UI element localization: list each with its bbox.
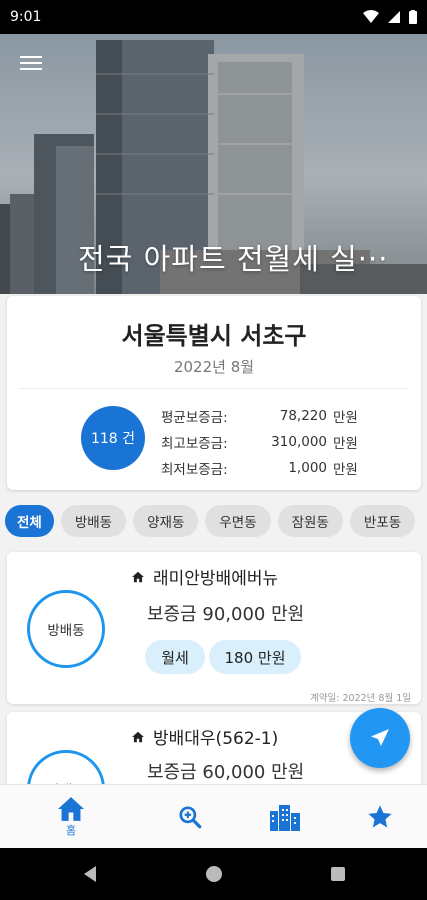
signal-icon [388,11,400,23]
filter-chip-all[interactable]: 전체 [5,505,54,537]
stat-label: 평균보증금: [161,410,228,426]
apartment-name-row: 래미안방배에버뉴 [131,564,278,589]
navigation-arrow-icon [371,729,389,746]
stat-label: 최저보증금: [161,462,228,478]
stat-row-average: 평균보증금: 78,220 만원 [161,403,358,429]
home-icon [132,571,144,582]
stat-unit: 만원 [333,436,358,452]
home-icon [132,731,144,742]
battery-icon [409,10,417,24]
city-buildings-icon [270,805,300,831]
filter-chip[interactable]: 방배동 [60,505,127,537]
stat-value: 78,220 [279,408,327,424]
nav-search[interactable] [137,785,243,849]
summary-card: 서울특별시 서초구 2022년 8월 118 건 평균보증금: 78,220 만… [7,296,421,490]
apartment-name: 방배대우(562-1) [153,729,279,749]
apartment-name: 래미안방배에버뉴 [153,569,279,589]
dong-filter-chips: 전체 방배동 양재동 우면동 잠원동 반포동 [5,505,427,539]
star-icon [368,805,392,828]
rent-type-tag: 월세 [145,640,205,674]
search-icon [179,806,202,829]
nav-favorites[interactable] [327,785,427,849]
system-navigation-bar [0,848,427,900]
stat-unit: 만원 [333,462,358,478]
monthly-rent-tag: 180 만원 [209,640,301,674]
status-icons [363,10,417,24]
period-label: 2022년 8월 [173,358,255,376]
listing-card[interactable]: 방배동 래미안방배에버뉴 보증금 90,000 만원 월세 180 만원 계약일… [7,552,421,704]
filter-chip[interactable]: 우면동 [205,505,271,537]
stat-row-min: 최저보증금: 1,000 만원 [161,455,358,481]
status-time: 9:01 [10,9,42,25]
hero-title: 전국 아파트 전월세 실··· [78,242,389,276]
nav-home-label: 홈 [65,824,77,837]
recents-icon[interactable] [330,866,346,882]
filter-chip[interactable]: 반포동 [349,505,416,537]
filter-chip[interactable]: 양재동 [133,505,199,537]
hero-banner: 전국 아파트 전월세 실··· [0,34,427,294]
nav-apartments[interactable] [232,785,338,849]
transaction-count-badge: 118 건 [81,406,145,470]
home-icon [58,797,84,821]
contract-date: 계약일: 2022년 8월 1일 [310,693,411,704]
stat-unit: 만원 [333,410,358,426]
back-icon[interactable] [82,865,98,883]
stat-value: 310,000 [271,434,327,450]
dong-badge: 방배동 [27,590,105,668]
divider [19,388,409,389]
stat-value: 1,000 [288,460,327,476]
deposit-stats: 평균보증금: 78,220 만원 최고보증금: 310,000 만원 최저보증금… [161,403,358,481]
bottom-navigation: 홈 [0,784,427,849]
stat-row-max: 최고보증금: 310,000 만원 [161,429,358,455]
region-title: 서울특별시 서초구 [121,322,307,350]
apartment-name-row: 방배대우(562-1) [131,724,278,749]
home-circle-icon[interactable] [205,865,223,883]
nav-home[interactable]: 홈 [18,785,124,849]
deposit-amount: 보증금 60,000 만원 [147,762,305,783]
menu-icon[interactable] [20,54,42,72]
status-bar: 9:01 [0,0,427,34]
navigate-fab[interactable] [350,708,410,768]
wifi-icon [363,10,379,23]
stat-label: 최고보증금: [161,436,228,452]
filter-chip[interactable]: 잠원동 [277,505,343,537]
deposit-amount: 보증금 90,000 만원 [147,604,305,625]
